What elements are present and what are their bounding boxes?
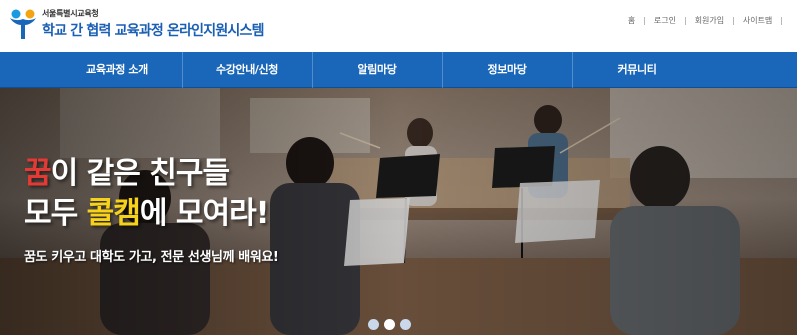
util-separator: | (780, 16, 783, 25)
hero-subtitle: 꿈도 키우고 대학도 가고, 전문 선생님께 배워요! (24, 250, 279, 265)
hero-headline-2-accent: 콜캠 (86, 196, 141, 231)
home-link[interactable]: 홈 (628, 15, 635, 26)
nav-item-notices[interactable]: 알림마당 (312, 52, 442, 88)
hero-headline-2-text-a: 모두 (24, 196, 87, 231)
education-office-logo-icon (10, 9, 36, 39)
slider-dot-2[interactable] (384, 319, 395, 330)
nav-item-curriculum[interactable]: 교육과정 소개 (52, 52, 182, 88)
util-separator: | (683, 16, 687, 25)
main-nav-list: 교육과정 소개 수강안내/신청 알림마당 정보마당 커뮤니티 (52, 52, 702, 88)
slider-dot-1[interactable] (368, 319, 379, 330)
util-separator: | (643, 16, 646, 25)
sitemap-link[interactable]: 사이트맵 (743, 15, 772, 26)
signup-link[interactable]: 회원가입 (695, 15, 724, 26)
site-logo[interactable]: 서울특별시교육청 학교 간 협력 교육과정 온라인지원시스템 (8, 5, 264, 45)
hero-headline-1: 꿈이 같은 친구들 (24, 148, 230, 192)
utility-nav: 홈 | 로그인 | 회원가입 | 사이트맵 | (628, 15, 791, 26)
hero-headline-1-text: 이 같은 친구들 (50, 156, 230, 191)
login-link[interactable]: 로그인 (654, 15, 676, 26)
hero-banner[interactable]: 꿈이 같은 친구들 모두 콜캠에 모여라! 꿈도 키우고 대학도 가고, 전문 … (0, 88, 797, 335)
org-name: 서울특별시교육청 (42, 9, 99, 18)
site-title: 학교 간 협력 교육과정 온라인지원시스템 (42, 23, 264, 39)
hero-headline-2: 모두 콜캠에 모여라! (24, 188, 270, 232)
site-header: 서울특별시교육청 학교 간 협력 교육과정 온라인지원시스템 홈 | 로그인 |… (0, 0, 797, 50)
nav-item-info[interactable]: 정보마당 (442, 52, 572, 88)
hero-headline-2-text-c: 에 모여라! (139, 196, 270, 231)
main-nav: 교육과정 소개 수강안내/신청 알림마당 정보마당 커뮤니티 (0, 52, 797, 88)
nav-item-enrollment[interactable]: 수강안내/신청 (182, 52, 312, 88)
slider-dot-3[interactable] (400, 319, 411, 330)
slider-pagination (368, 319, 411, 330)
nav-item-community[interactable]: 커뮤니티 (572, 52, 702, 88)
hero-headline-1-accent: 꿈 (24, 156, 52, 191)
util-separator: | (732, 16, 735, 25)
